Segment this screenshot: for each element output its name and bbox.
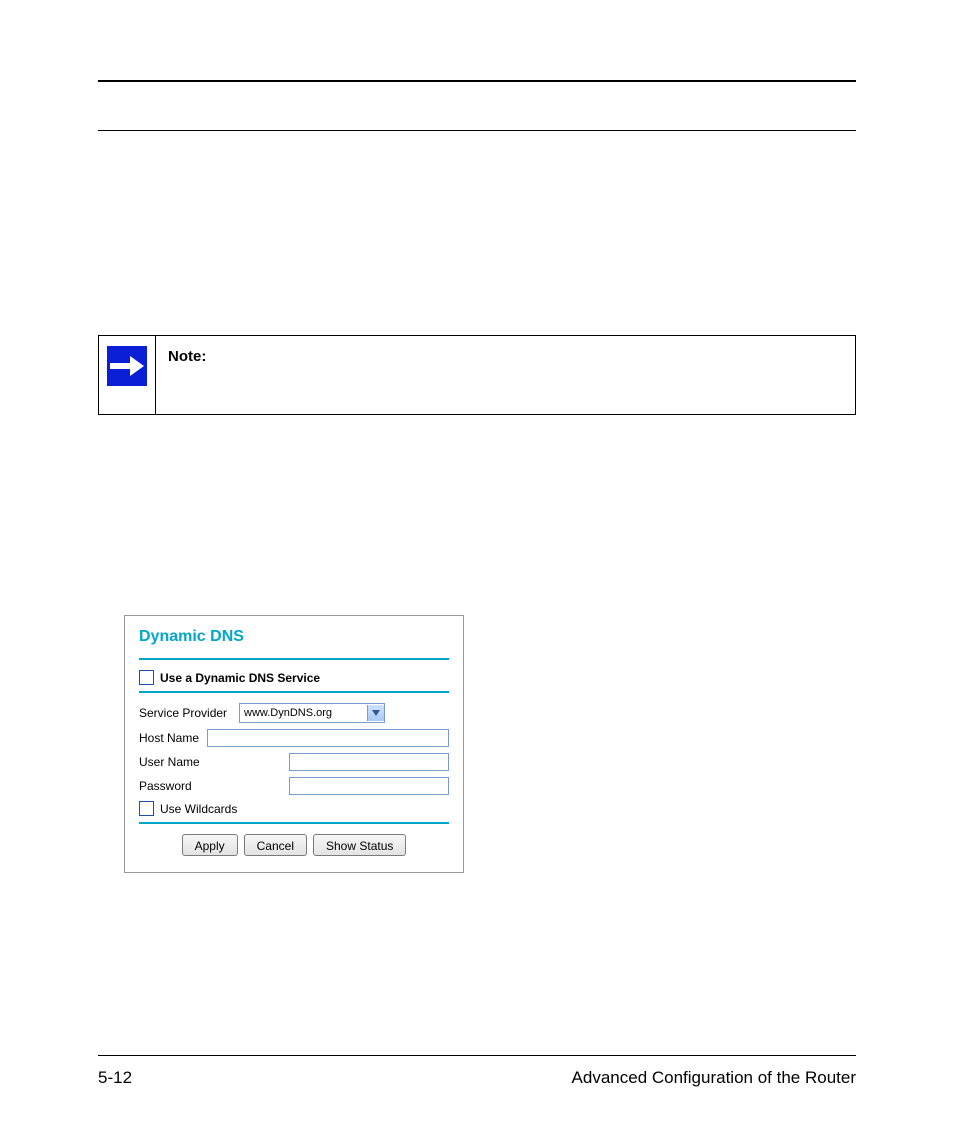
user-name-input[interactable] xyxy=(289,753,449,771)
host-name-input[interactable] xyxy=(207,729,449,747)
panel-title: Dynamic DNS xyxy=(139,628,449,654)
dynamic-dns-panel: Dynamic DNS Use a Dynamic DNS Service Se… xyxy=(124,615,464,873)
divider-top-1 xyxy=(98,80,856,82)
service-provider-select[interactable]: www.DynDNS.org xyxy=(239,703,385,723)
use-wildcards-checkbox[interactable] xyxy=(139,801,154,816)
use-ddns-label: Use a Dynamic DNS Service xyxy=(160,671,320,685)
host-name-label: Host Name xyxy=(139,731,207,745)
password-row: Password xyxy=(139,777,449,795)
divider xyxy=(139,822,449,824)
section-title: Advanced Configuration of the Router xyxy=(572,1068,856,1088)
divider xyxy=(139,691,449,693)
apply-button[interactable]: Apply xyxy=(182,834,238,856)
note-box: Note: xyxy=(98,335,856,415)
show-status-button[interactable]: Show Status xyxy=(313,834,406,856)
user-name-label: User Name xyxy=(139,755,207,769)
arrow-right-icon xyxy=(107,346,147,386)
divider xyxy=(139,658,449,660)
service-provider-label: Service Provider xyxy=(139,706,239,720)
divider-top-2 xyxy=(98,130,856,131)
use-wildcards-label: Use Wildcards xyxy=(160,802,237,816)
use-ddns-checkbox[interactable] xyxy=(139,670,154,685)
button-row: Apply Cancel Show Status xyxy=(139,834,449,856)
page-number: 5-12 xyxy=(98,1068,132,1088)
service-provider-row: Service Provider www.DynDNS.org xyxy=(139,703,449,723)
note-icon-cell xyxy=(99,336,156,414)
user-name-row: User Name xyxy=(139,753,449,771)
chevron-down-icon xyxy=(367,705,384,721)
use-wildcards-row: Use Wildcards xyxy=(139,801,449,816)
use-ddns-row: Use a Dynamic DNS Service xyxy=(139,670,449,685)
note-text: Note: xyxy=(156,336,855,414)
service-provider-value: www.DynDNS.org xyxy=(244,707,332,719)
password-label: Password xyxy=(139,779,207,793)
cancel-button[interactable]: Cancel xyxy=(244,834,307,856)
note-label: Note: xyxy=(168,348,206,365)
host-name-row: Host Name xyxy=(139,729,449,747)
password-input[interactable] xyxy=(289,777,449,795)
divider-bottom xyxy=(98,1055,856,1056)
